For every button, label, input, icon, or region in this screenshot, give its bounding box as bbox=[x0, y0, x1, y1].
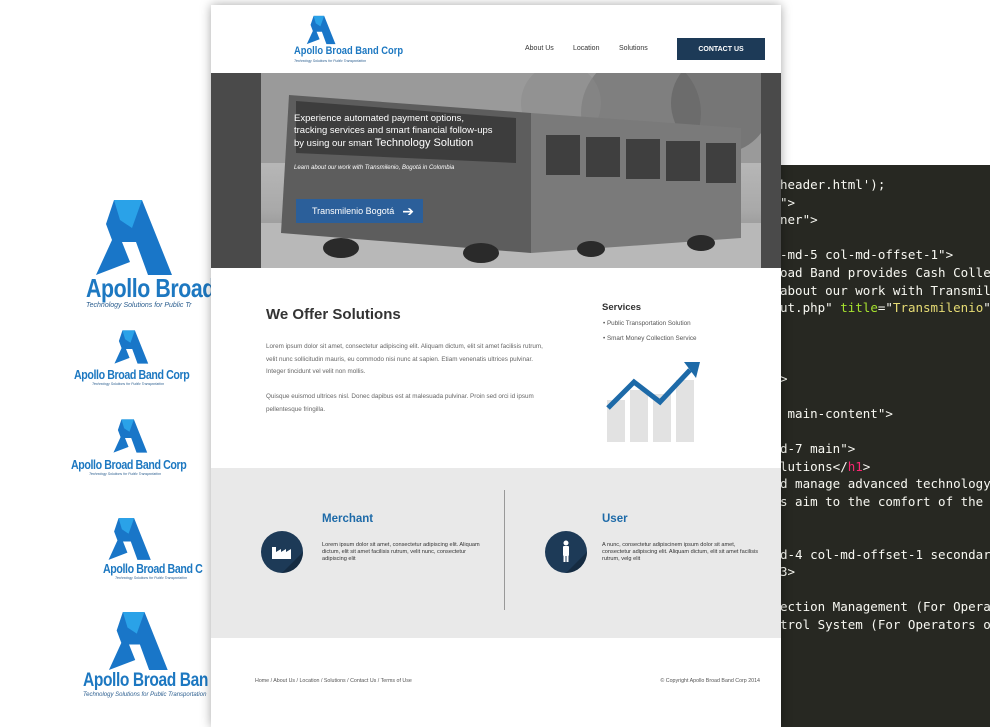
contact-button[interactable]: CONTACT US bbox=[677, 38, 765, 60]
code-line: about our work with Transmiler bbox=[780, 282, 990, 298]
logo-medium-2: Apollo Broad Band Corp Technology Soluti… bbox=[71, 415, 212, 476]
logo-mark-icon bbox=[114, 330, 149, 364]
hero-banner: Experience automated payment options, tr… bbox=[211, 73, 781, 268]
logo-name: Apollo Broad Band Corp bbox=[71, 457, 187, 472]
code-line: header.html'); bbox=[780, 177, 886, 192]
website-mockup: Apollo Broad Band Corp Technology Soluti… bbox=[211, 5, 781, 727]
code-line: "> bbox=[780, 194, 796, 210]
service-item[interactable]: • Public Transportation Solution bbox=[603, 320, 691, 327]
hero-line-1: Experience automated payment options, bbox=[294, 113, 465, 124]
code-line: -md-5 col-md-offset-1"> bbox=[780, 247, 954, 263]
brand-tagline: Technology Solutions for Public Transpor… bbox=[294, 59, 366, 63]
brand-name: Apollo Broad Band Corp bbox=[294, 45, 404, 57]
logo-mark-icon bbox=[108, 612, 168, 670]
user-title: User bbox=[602, 513, 628, 525]
solutions-title: We Offer Solutions bbox=[266, 306, 401, 323]
service-item[interactable]: • Smart Money Collection Service bbox=[603, 335, 697, 342]
nav-about[interactable]: About Us bbox=[525, 45, 554, 52]
merchant-text: Lorem ipsum dolor sit amet, consectetur … bbox=[322, 542, 480, 562]
logo-tagline: Technology Solutions for Public Transpor… bbox=[115, 576, 187, 580]
hero-line-2: tracking services and smart financial fo… bbox=[294, 125, 493, 136]
code-line: d-4 col-md-offset-1 secondary bbox=[780, 546, 990, 562]
solutions-paragraph-2: Quisque euismod ultrices nisl. Donec dap… bbox=[266, 393, 534, 413]
logo-mark-icon bbox=[306, 15, 336, 45]
code-line: d-7 main"> bbox=[780, 441, 856, 456]
logo-name: Apollo Broad Band Corp bbox=[74, 367, 190, 382]
code-line: ut.php" title="Transmilenio" bbox=[780, 300, 990, 316]
logo-medium-1: Apollo Broad Band Corp Technology Soluti… bbox=[74, 327, 215, 386]
logo-name: Apollo Broad Ban bbox=[83, 670, 209, 691]
merchant-title: Merchant bbox=[322, 513, 374, 525]
transmilenio-button[interactable]: Transmilenio Bogotá ➔ bbox=[296, 199, 423, 223]
footer: Home / About Us / Location / Solutions /… bbox=[211, 638, 781, 727]
code-line: 3> bbox=[780, 564, 796, 580]
footer-links[interactable]: Home / About Us / Location / Solutions /… bbox=[255, 678, 412, 684]
section-divider bbox=[504, 490, 505, 610]
solutions-section: We Offer Solutions Lorem ipsum dolor sit… bbox=[211, 268, 781, 468]
user-text: A nunc, consectetur adipiscinem ipsum do… bbox=[602, 542, 759, 562]
transmilenio-button-label: Transmilenio Bogotá bbox=[312, 206, 395, 216]
logo-medium-3: Apollo Broad Band C Technology Solutions… bbox=[103, 517, 224, 580]
code-line: main-content"> bbox=[780, 405, 893, 421]
navbar: Apollo Broad Band Corp Technology Soluti… bbox=[211, 5, 781, 73]
code-line: lutions</h1> bbox=[780, 458, 871, 474]
hero-line-3-text: by using our smart bbox=[294, 138, 375, 149]
code-editor-backdrop: header.html'); "> ner"> -md-5 col-md-offset… bbox=[760, 165, 990, 727]
hero-line-3: by using our smart Technology Solution bbox=[294, 137, 514, 150]
code-line: d manage advanced technology bbox=[780, 476, 990, 492]
logo-name: Apollo Broad bbox=[86, 273, 215, 303]
showcase-canvas: header.html'); "> ner"> -md-5 col-md-offset… bbox=[0, 0, 990, 727]
code-line: ner"> bbox=[780, 212, 818, 228]
hero-headline: Experience automated payment options, tr… bbox=[294, 113, 514, 150]
arrow-right-icon: ➔ bbox=[402, 203, 414, 219]
logo-tagline: Technology Solutions for Public Transpor… bbox=[92, 382, 164, 386]
solutions-paragraph-1: Lorem ipsum dolor sit amet, consectetur … bbox=[266, 343, 543, 375]
logo-mark-icon bbox=[96, 200, 172, 275]
logo-mark-icon bbox=[113, 419, 148, 453]
hero-line-3-highlight: Technology Solution bbox=[374, 137, 474, 149]
code-line: > bbox=[780, 370, 788, 386]
footer-copyright: © Copyright Apollo Broad Band Corp 2014 bbox=[660, 678, 760, 684]
logo-tagline: Technology Solutions for Public Transpor… bbox=[89, 472, 161, 476]
services-title: Services bbox=[602, 302, 642, 313]
nav-location[interactable]: Location bbox=[573, 45, 599, 52]
hero-subtext: Learn about our work with Transmilenio, … bbox=[294, 165, 455, 171]
audience-band: Merchant Lorem ipsum dolor sit amet, con… bbox=[211, 468, 781, 638]
code-line: trol System (For Operators o bbox=[780, 617, 990, 632]
logo-name: Apollo Broad Band C bbox=[103, 561, 203, 576]
logo-mark-icon bbox=[108, 518, 151, 560]
nav-solutions[interactable]: Solutions bbox=[619, 45, 648, 52]
user-icon bbox=[545, 531, 587, 573]
code-line: oad Band provides Cash Collec bbox=[780, 265, 990, 280]
code-line: ection Management (For Operat bbox=[780, 599, 990, 615]
code-line: s aim to the comfort of the c bbox=[780, 493, 990, 509]
factory-icon bbox=[261, 531, 303, 573]
growth-chart-icon bbox=[606, 362, 700, 442]
